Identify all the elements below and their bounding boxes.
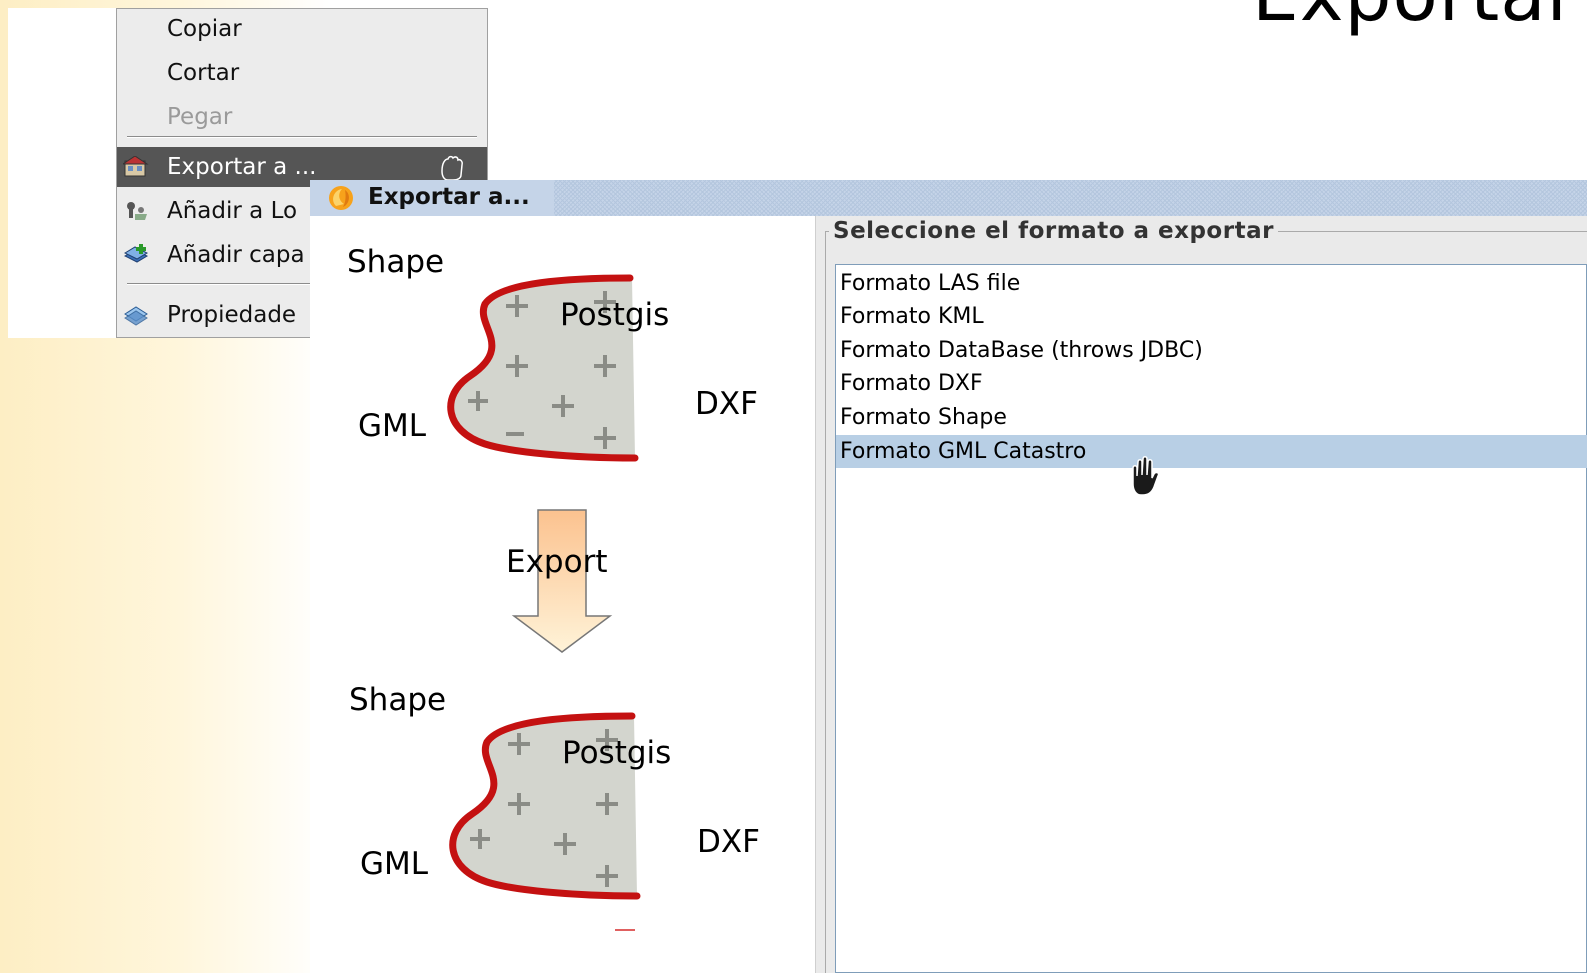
format-list[interactable]: Formato LAS file Formato KML Formato Dat… [835, 264, 1587, 973]
split-pane-divider[interactable] [815, 216, 825, 973]
properties-icon [124, 306, 148, 326]
label-export-arrow: Export [506, 544, 607, 580]
slide-title: Exportar [1252, 0, 1578, 38]
label-postgis-source: Postgis [560, 297, 669, 333]
group-border-left [825, 231, 826, 973]
target-formats-graphic: Shape Postgis GML DXF [349, 682, 760, 931]
label-shape-source: Shape [347, 244, 444, 280]
label-gml-target: GML [360, 846, 429, 882]
label-dxf-source: DXF [695, 386, 758, 422]
menu-separator [127, 136, 477, 138]
format-group-title: Seleccione el formato a exportar [829, 216, 1278, 246]
export-illustration: Shape Postgis GML DXF Export Shape Postg… [347, 244, 760, 931]
hand-cursor-icon [441, 155, 463, 181]
format-list-item[interactable]: Formato DataBase (throws JDBC) [836, 334, 1587, 367]
export-illustration-panel: Shape Postgis GML DXF Export Shape Postg… [310, 216, 815, 973]
format-list-item[interactable]: Formato DXF [836, 367, 1587, 400]
dialog-title: Exportar a... [368, 184, 530, 210]
label-postgis-target: Postgis [562, 735, 671, 771]
label-dxf-target: DXF [697, 824, 760, 860]
label-shape-target: Shape [349, 682, 446, 718]
menu-item-pegar[interactable]: Pegar [117, 97, 487, 137]
hand-cursor-icon [1132, 456, 1160, 496]
format-list-item[interactable]: Formato Shape [836, 401, 1587, 434]
source-formats-graphic: Shape Postgis GML DXF [347, 244, 758, 462]
format-list-item-selected[interactable]: Formato GML Catastro [836, 435, 1587, 468]
format-list-item[interactable]: Formato KML [836, 300, 1587, 333]
label-gml-source: GML [358, 408, 427, 444]
format-list-item[interactable]: Formato LAS file [836, 267, 1587, 300]
export-dialog: Exportar a... Shape Postgis GML DXF Expo… [310, 180, 1587, 973]
export-arrow: Export [506, 509, 613, 653]
add-layer-icon [123, 244, 149, 263]
dialog-titlebar[interactable]: Exportar a... [310, 180, 1587, 216]
add-locator-icon [127, 202, 147, 220]
export-icon [123, 156, 149, 177]
menu-item-copiar[interactable]: Copiar [117, 9, 487, 49]
format-selection-panel: Seleccione el formato a exportar Formato… [825, 216, 1587, 973]
context-menu-backdrop [8, 8, 120, 338]
app-logo-icon [329, 186, 353, 210]
menu-item-cortar[interactable]: Cortar [117, 53, 487, 93]
